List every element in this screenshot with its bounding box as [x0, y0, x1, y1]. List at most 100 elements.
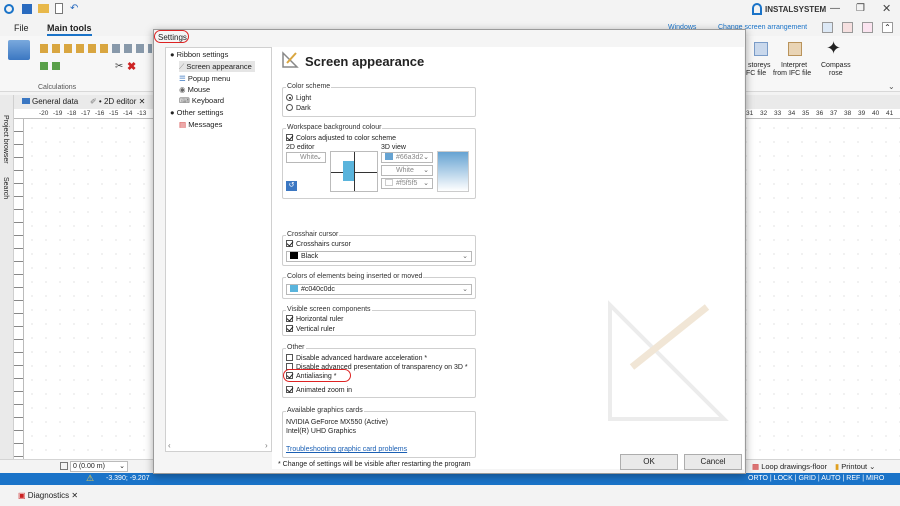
colors-adjusted-checkbox[interactable]: Colors adjusted to color scheme — [286, 134, 396, 143]
graphics-cards-group: Available graphics cards NVIDIA GeForce … — [282, 407, 476, 458]
dialog-title: Settings — [158, 33, 187, 42]
save-icon[interactable] — [22, 4, 32, 14]
cut-icon[interactable]: ✂ — [115, 61, 123, 72]
bullet-icon: ● — [170, 50, 175, 59]
animated-zoom-checkbox[interactable]: Animated zoom in — [286, 386, 352, 395]
compass-label[interactable]: Compass — [821, 62, 851, 69]
hw-accel-checkbox[interactable]: Disable advanced hardware acceleration * — [286, 354, 427, 363]
tree-item-popup-menu[interactable]: ☰ Popup menu — [179, 73, 230, 84]
tree-item-screen-appearance[interactable]: ⟋ Screen appearance — [179, 61, 255, 72]
screen-appearance-big-icon — [282, 51, 299, 68]
loop-icon: ▦ — [752, 462, 760, 471]
other-group: Other Disable advanced hardware accelera… — [282, 344, 476, 398]
inserted-color-combo[interactable]: #c040c0dc ⌄ — [286, 284, 472, 295]
delete-icon[interactable]: ✖ — [127, 60, 136, 73]
animated-zoom-label: Animated zoom in — [296, 387, 353, 394]
crosshairs-checkbox[interactable]: Crosshairs cursor — [286, 240, 351, 249]
warning-icon[interactable]: ⚠ — [86, 473, 94, 484]
checkbox-icon — [286, 325, 293, 332]
scroll-right-icon[interactable]: › — [265, 441, 268, 450]
color-3d-combo-3[interactable]: #f5f5f5 ⌄ — [381, 178, 433, 189]
tree-item-keyboard[interactable]: ⌨ Keyboard — [179, 95, 224, 106]
collapse-ribbon-icon[interactable]: ⌃ — [882, 22, 893, 33]
settings-content: Screen appearance Color scheme Light Dar… — [272, 47, 744, 469]
search-panel-tab[interactable]: Search — [2, 177, 9, 199]
compass-icon[interactable]: ✦ — [826, 38, 841, 59]
color-3d-combo-1[interactable]: #66a3d2 ⌄ — [381, 152, 433, 163]
color-2d-combo[interactable]: White ⌄ — [286, 152, 326, 163]
help-icon[interactable] — [862, 22, 873, 33]
radio-dark[interactable]: Dark — [286, 104, 311, 113]
ok-button[interactable]: OK — [620, 454, 678, 470]
print-icon[interactable] — [842, 22, 853, 33]
vertical-ruler-checkbox[interactable]: Vertical ruler — [286, 325, 335, 334]
minimize-button[interactable]: — — [830, 3, 840, 14]
diagnostics-tab[interactable]: ▣ Diagnostics ✕ — [18, 491, 78, 500]
interpret-icon[interactable] — [788, 42, 802, 56]
interpret-label[interactable]: Interpret — [781, 62, 807, 69]
color-3d-value-3: #f5f5f5 — [396, 180, 418, 187]
horizontal-ruler-checkbox[interactable]: Horizontal ruler — [286, 315, 343, 324]
app-logo-icon — [4, 4, 14, 14]
checkbox-icon — [286, 354, 293, 361]
ribbon-small-icons[interactable] — [40, 44, 110, 53]
tree-item-other-settings[interactable]: ● Other settings — [170, 107, 223, 118]
color-3d-combo-2[interactable]: White ⌄ — [381, 165, 433, 176]
rose-label[interactable]: rose — [829, 70, 843, 77]
chevron-down-icon: ⌄ — [119, 463, 125, 470]
mouse-icon: ◉ — [179, 85, 186, 94]
ribbon-tools-icons[interactable] — [112, 44, 152, 53]
level-combo[interactable]: 0 (0.00 m) ⌄ — [70, 461, 128, 472]
undo-icon[interactable]: ↶ — [70, 3, 78, 14]
color-3d-value-1: #66a3d2 — [396, 154, 424, 161]
troubleshooting-link[interactable]: Troubleshooting graphic card problems — [286, 445, 407, 454]
chevron-down-icon: ⌄ — [423, 167, 429, 174]
cancel-button[interactable]: Cancel — [684, 454, 742, 470]
open-folder-icon[interactable] — [38, 4, 49, 13]
tree-label: Messages — [188, 120, 223, 129]
storeys-label[interactable]: storeys — [748, 62, 771, 69]
tab-2d-editor[interactable]: ✐ • 2D editor ✕ — [90, 97, 145, 106]
scroll-left-icon[interactable]: ‹ — [168, 441, 171, 450]
ruler-tick-label: 40 — [872, 110, 880, 117]
project-browser-tab[interactable]: Project browser — [2, 115, 9, 164]
crosshair-color-combo[interactable]: Black ⌄ — [286, 251, 472, 262]
storeys-icon[interactable] — [754, 42, 768, 56]
close-tab-icon[interactable]: ✕ — [139, 97, 146, 106]
chevron-down-icon: ⌄ — [423, 180, 429, 187]
ruler-tick-label: 41 — [886, 110, 894, 117]
tree-item-mouse[interactable]: ◉ Mouse — [179, 84, 210, 95]
visible-components-label: Visible screen components — [286, 306, 372, 313]
tree-item-ribbon-settings[interactable]: ● Ribbon settings — [170, 49, 228, 60]
ruler-tick-label: 38 — [844, 110, 852, 117]
graphics-card-2: Intel(R) UHD Graphics — [286, 428, 357, 435]
layout-icon[interactable] — [822, 22, 833, 33]
printout-button[interactable]: ▮ Printout ⌄ — [835, 462, 875, 471]
black-swatch — [290, 252, 298, 259]
title-bar: ↶ INSTALSYSTEM — ❐ ✕ — [0, 0, 900, 20]
ruler-tick-label: -16 — [95, 110, 105, 117]
ruler-tick-label: 33 — [774, 110, 782, 117]
level-icon[interactable] — [60, 462, 68, 470]
reset-colors-button[interactable]: ↺ — [286, 181, 297, 191]
vertical-ruler-label: Vertical ruler — [296, 326, 335, 333]
ribbon-big-icon[interactable] — [8, 40, 30, 60]
radio-light[interactable]: Light — [286, 94, 311, 103]
ruler-tick-label: -14 — [123, 110, 133, 117]
ribbon-expand-icon[interactable]: ⌄ — [888, 82, 895, 91]
ribbon-small-icons-2[interactable] — [40, 62, 60, 70]
ifc-file-label[interactable]: IFC file — [744, 70, 766, 77]
tree-item-messages[interactable]: ▤ Messages — [179, 119, 222, 130]
from-ifc-label[interactable]: from IFC file — [773, 70, 811, 77]
menu-file[interactable]: File — [14, 23, 29, 33]
menu-main-tools[interactable]: Main tools — [47, 23, 92, 36]
dialog-watermark-icon — [608, 300, 729, 421]
brand-name: INSTALSYSTEM — [765, 5, 827, 14]
new-file-icon[interactable] — [55, 3, 63, 14]
loop-drawings-button[interactable]: ▦ Loop drawings-floor — [752, 462, 827, 471]
tab-general-data[interactable]: General data — [22, 97, 78, 106]
restore-button[interactable]: ❐ — [856, 3, 865, 14]
mode-toggles[interactable]: ORTO | LOCK | GRID | AUTO | REF | MIRO — [748, 475, 884, 482]
tree-label: Keyboard — [191, 96, 225, 105]
close-button[interactable]: ✕ — [882, 2, 891, 15]
